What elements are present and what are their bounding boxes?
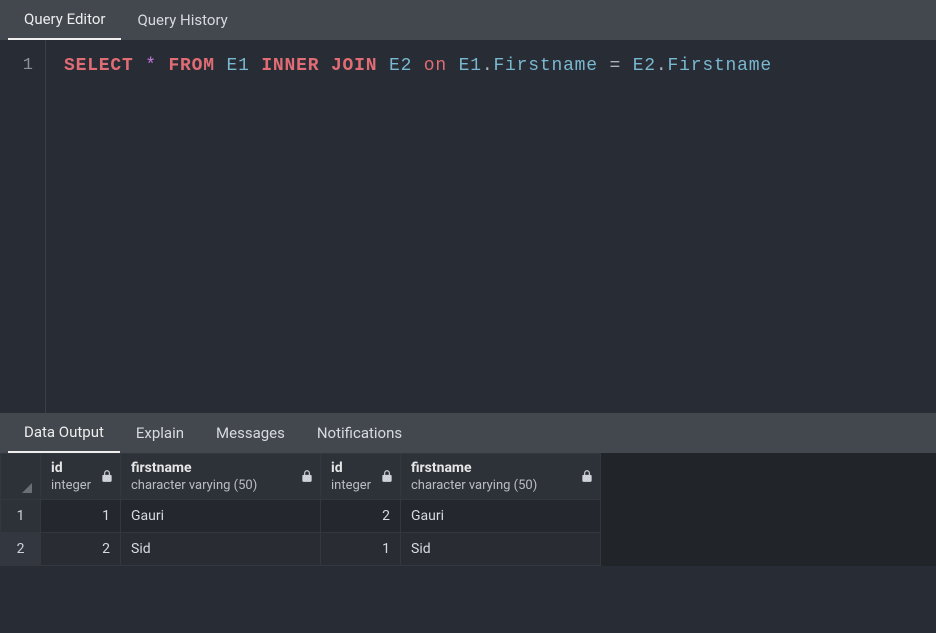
kw-from: FROM <box>168 56 214 76</box>
table-corner[interactable] <box>1 454 41 500</box>
dot: . <box>482 56 494 76</box>
col-name: firstname <box>131 460 310 476</box>
kw-inner: INNER <box>261 56 319 76</box>
col-type: character varying (50) <box>131 478 310 493</box>
table-row[interactable]: 1 1 Gauri 2 Gauri <box>1 500 601 533</box>
col-header[interactable]: firstname character varying (50) <box>401 454 601 500</box>
lock-icon <box>380 468 394 487</box>
corner-triangle-icon <box>22 483 32 493</box>
line-gutter: 1 <box>0 40 46 413</box>
col-name: firstname <box>411 460 590 476</box>
cell[interactable]: 1 <box>41 500 121 533</box>
ident-t1: E1 <box>226 56 249 76</box>
col-type: character varying (50) <box>411 478 590 493</box>
sql-editor[interactable]: 1 SELECT * FROM E1 INNER JOIN E2 on E1.F… <box>0 40 936 413</box>
lock-icon <box>580 468 594 487</box>
tab-data-output[interactable]: Data Output <box>8 413 120 453</box>
cell[interactable]: 2 <box>321 500 401 533</box>
ident-t2: E2 <box>389 56 412 76</box>
kw-select: SELECT <box>64 56 134 76</box>
bottom-tab-bar: Data Output Explain Messages Notificatio… <box>0 413 936 453</box>
tab-messages[interactable]: Messages <box>200 413 301 453</box>
tab-query-editor[interactable]: Query Editor <box>8 0 121 40</box>
line-number: 1 <box>0 54 33 78</box>
dot: . <box>656 56 668 76</box>
cell[interactable]: Sid <box>121 533 321 566</box>
code-area[interactable]: SELECT * FROM E1 INNER JOIN E2 on E1.Fir… <box>46 40 936 413</box>
col-header[interactable]: id integer <box>321 454 401 500</box>
top-tab-bar: Query Editor Query History <box>0 0 936 40</box>
row-number: 2 <box>1 533 41 566</box>
cell[interactable]: Gauri <box>121 500 321 533</box>
cell[interactable]: Sid <box>401 533 601 566</box>
sql-star: * <box>145 56 157 76</box>
tab-notifications[interactable]: Notifications <box>301 413 418 453</box>
ident-rhs-col: Firstname <box>668 56 772 76</box>
kw-on: on <box>424 56 447 76</box>
tab-explain[interactable]: Explain <box>120 413 200 453</box>
cell[interactable]: Gauri <box>401 500 601 533</box>
results-panel: id integer firstname character varying (… <box>0 453 936 566</box>
ident-rhs-table: E2 <box>633 56 656 76</box>
table-row[interactable]: 2 2 Sid 1 Sid <box>1 533 601 566</box>
lock-icon <box>100 468 114 487</box>
cell[interactable]: 2 <box>41 533 121 566</box>
equals: = <box>609 56 621 76</box>
row-number: 1 <box>1 500 41 533</box>
cell[interactable]: 1 <box>321 533 401 566</box>
tab-query-history[interactable]: Query History <box>121 0 243 40</box>
lock-icon <box>300 468 314 487</box>
col-header[interactable]: id integer <box>41 454 121 500</box>
col-header[interactable]: firstname character varying (50) <box>121 454 321 500</box>
results-table[interactable]: id integer firstname character varying (… <box>0 453 601 566</box>
ident-lhs-table: E1 <box>459 56 482 76</box>
ident-lhs-col: Firstname <box>493 56 597 76</box>
kw-join: JOIN <box>331 56 377 76</box>
